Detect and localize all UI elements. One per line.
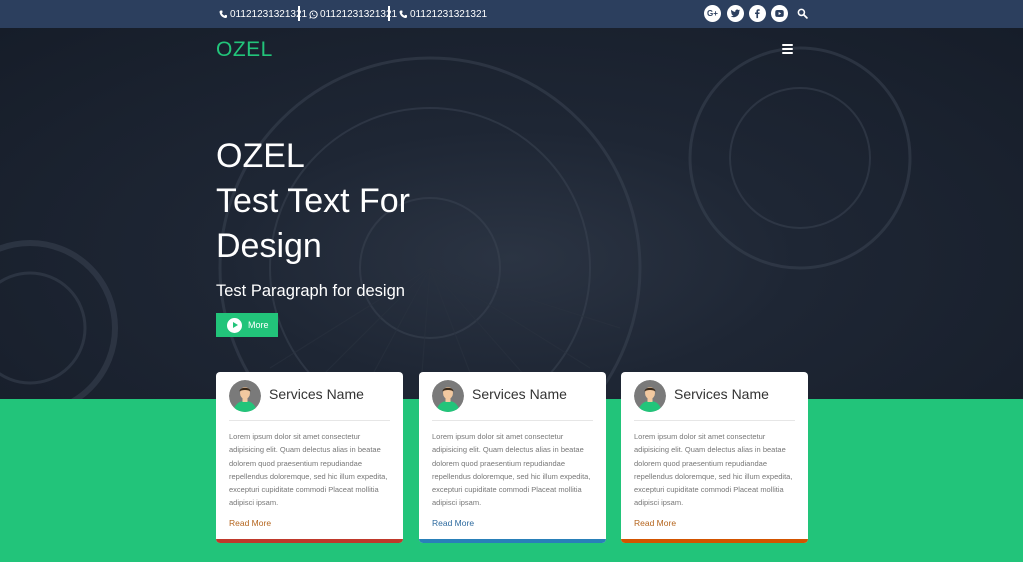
- twitter-icon: [730, 9, 741, 18]
- youtube-icon: [775, 10, 784, 17]
- youtube-link[interactable]: [771, 5, 788, 22]
- card-body: Lorem ipsum dolor sit amet consectetur a…: [634, 432, 793, 508]
- phone-number-1: 01121231321321: [230, 8, 308, 20]
- card-divider: [432, 420, 593, 421]
- twitter-link[interactable]: [727, 5, 744, 22]
- more-button-label: More: [248, 320, 269, 330]
- read-more-link[interactable]: Read More: [229, 518, 271, 528]
- top-contact-bar: 01121231321321 01121231321321 0112123132…: [0, 0, 1023, 28]
- card-divider: [634, 420, 795, 421]
- contact-divider: [388, 6, 390, 21]
- search-icon: [797, 8, 808, 19]
- hero-background-image: [0, 46, 912, 399]
- card-divider: [229, 420, 390, 421]
- hamburger-menu-icon[interactable]: [782, 44, 793, 54]
- phone-icon: [219, 9, 228, 19]
- site-logo[interactable]: OZEL: [216, 38, 273, 62]
- hero-line-1: OZEL: [216, 137, 305, 175]
- service-card: Services Name Lorem ipsum dolor sit amet…: [621, 372, 808, 543]
- card-body: Lorem ipsum dolor sit amet consectetur a…: [229, 432, 388, 508]
- avatar: [229, 380, 261, 412]
- contact-whatsapp[interactable]: 01121231321321: [309, 0, 397, 28]
- contact-phone-1[interactable]: 01121231321321: [219, 0, 307, 28]
- card-accent-bar: [621, 539, 808, 543]
- facebook-link[interactable]: [749, 5, 766, 22]
- play-circle-icon: [227, 317, 242, 333]
- read-more-link[interactable]: Read More: [432, 518, 474, 528]
- read-more-link[interactable]: Read More: [634, 518, 676, 528]
- facebook-icon: [755, 9, 760, 19]
- card-accent-bar: [216, 539, 403, 543]
- google-plus-link[interactable]: G+: [704, 5, 721, 22]
- contact-divider: [298, 6, 300, 21]
- whatsapp-icon: [309, 9, 318, 19]
- avatar: [432, 380, 464, 412]
- card-title: Services Name: [472, 386, 567, 402]
- phone-number-2: 01121231321321: [410, 8, 488, 20]
- whatsapp-number: 01121231321321: [320, 8, 398, 20]
- card-title: Services Name: [674, 386, 769, 402]
- google-plus-icon: G+: [707, 9, 718, 18]
- card-accent-bar: [419, 539, 606, 543]
- avatar: [634, 380, 666, 412]
- hero-headline: OZEL Test Text For Design: [216, 134, 410, 269]
- hero-subtitle: Test Paragraph for design: [216, 282, 405, 300]
- hero-line-2: Test Text For: [216, 182, 410, 220]
- phone-icon: [399, 9, 408, 19]
- service-card: Services Name Lorem ipsum dolor sit amet…: [419, 372, 606, 543]
- contact-phone-2[interactable]: 01121231321321: [399, 0, 487, 28]
- card-body: Lorem ipsum dolor sit amet consectetur a…: [432, 432, 591, 508]
- card-title: Services Name: [269, 386, 364, 402]
- search-button[interactable]: [795, 6, 809, 20]
- service-card: Services Name Lorem ipsum dolor sit amet…: [216, 372, 403, 543]
- hero-line-3: Design: [216, 227, 322, 265]
- hero-section: OZEL OZEL Test Text For Design Test Para…: [0, 28, 1023, 399]
- more-button[interactable]: More: [216, 313, 278, 337]
